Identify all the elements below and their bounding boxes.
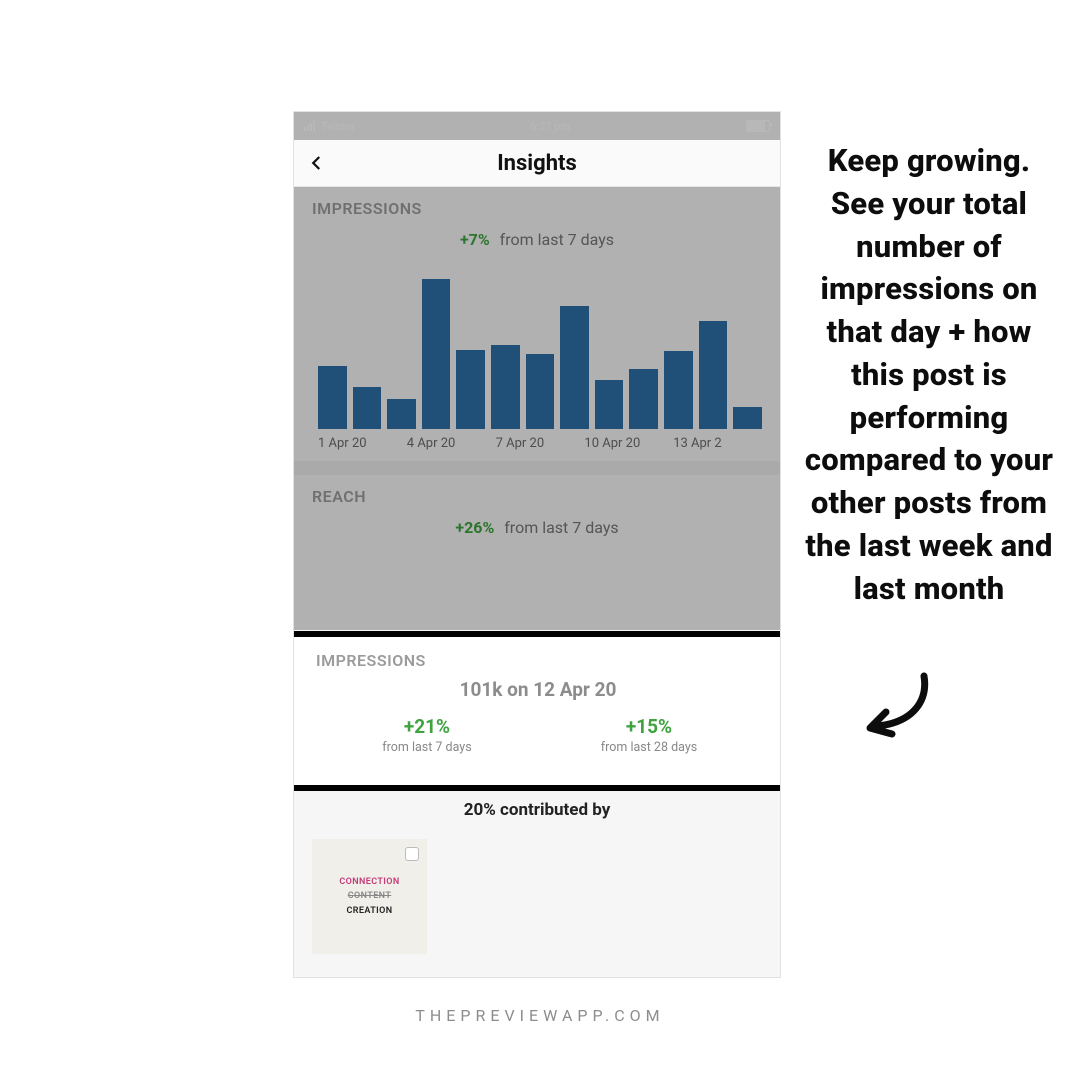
highlight-month-pct: +15%: [538, 715, 760, 738]
post-line-2: CONTENT: [339, 889, 399, 903]
chart-xtick: 13 Apr 2: [673, 436, 762, 451]
post-text: CONNECTION CONTENT CREATION: [339, 875, 399, 918]
reach-label: REACH: [312, 487, 762, 506]
chart-xtick: 7 Apr 20: [496, 436, 585, 451]
reach-change-pct: +26%: [455, 518, 494, 537]
chart-bar[interactable]: [353, 387, 382, 429]
chart-bar[interactable]: [491, 345, 520, 429]
impressions-change: +7% from last 7 days: [312, 230, 762, 249]
status-time: 6:27 pm: [530, 120, 570, 133]
phone-screen: Telstra 6:27 pm Insights IMPRESSIONS +7%…: [293, 111, 781, 978]
chart-bar[interactable]: [422, 279, 451, 429]
chart-bar[interactable]: [699, 321, 728, 429]
highlight-value: 101k on 12 Apr 20: [316, 678, 760, 701]
chart-bar[interactable]: [387, 399, 416, 429]
chart-bar[interactable]: [595, 380, 624, 430]
chart-bar[interactable]: [318, 366, 347, 429]
reach-change-note: from last 7 days: [504, 518, 618, 537]
highlight-week: +21% from last 7 days: [316, 715, 538, 755]
impressions-change-pct: +7%: [460, 230, 490, 249]
impressions-label: IMPRESSIONS: [312, 199, 762, 218]
chart-bar[interactable]: [629, 369, 658, 429]
highlight-month-note: from last 28 days: [538, 740, 760, 755]
chart-bar[interactable]: [560, 306, 589, 429]
post-line-3: CREATION: [339, 904, 399, 918]
chart-xtick: 1 Apr 20: [318, 436, 407, 451]
post-line-1: CONNECTION: [339, 875, 399, 889]
highlight-week-note: from last 7 days: [316, 740, 538, 755]
highlight-week-pct: +21%: [316, 715, 538, 738]
highlight-month: +15% from last 28 days: [538, 715, 760, 755]
chart-bar[interactable]: [526, 354, 555, 429]
chart-bar[interactable]: [733, 407, 762, 430]
chart-xtick: 4 Apr 20: [407, 436, 496, 451]
reach-section: REACH +26% from last 7 days: [294, 475, 780, 543]
impressions-section: IMPRESSIONS +7% from last 7 days 1 Apr 2…: [294, 187, 780, 461]
highlight-label: IMPRESSIONS: [316, 651, 760, 670]
arrow-icon: [862, 670, 942, 750]
signal-icon: [304, 121, 315, 131]
chart-bar[interactable]: [456, 350, 485, 430]
post-thumbnail[interactable]: CONNECTION CONTENT CREATION: [312, 839, 427, 954]
multi-select-icon: [405, 847, 419, 861]
highlight-card: IMPRESSIONS 101k on 12 Apr 20 +21% from …: [293, 631, 781, 791]
reach-change: +26% from last 7 days: [312, 518, 762, 537]
battery-icon: [746, 120, 770, 132]
carrier-label: Telstra: [321, 120, 354, 133]
annotation-caption: Keep growing. See your total number of i…: [800, 140, 1058, 610]
watermark: THEPREVIEWAPP.COM: [0, 1006, 1080, 1025]
page-title: Insights: [294, 151, 780, 176]
chart-xtick: 10 Apr 20: [584, 436, 673, 451]
impressions-change-note: from last 7 days: [500, 230, 614, 249]
status-bar: Telstra 6:27 pm: [294, 112, 780, 140]
nav-bar: Insights: [294, 140, 780, 187]
chart-bar[interactable]: [664, 351, 693, 429]
section-divider: [294, 461, 780, 475]
impressions-chart[interactable]: 1 Apr 204 Apr 207 Apr 2010 Apr 2013 Apr …: [312, 255, 762, 455]
contributed-label: 20% contributed by: [294, 800, 780, 820]
